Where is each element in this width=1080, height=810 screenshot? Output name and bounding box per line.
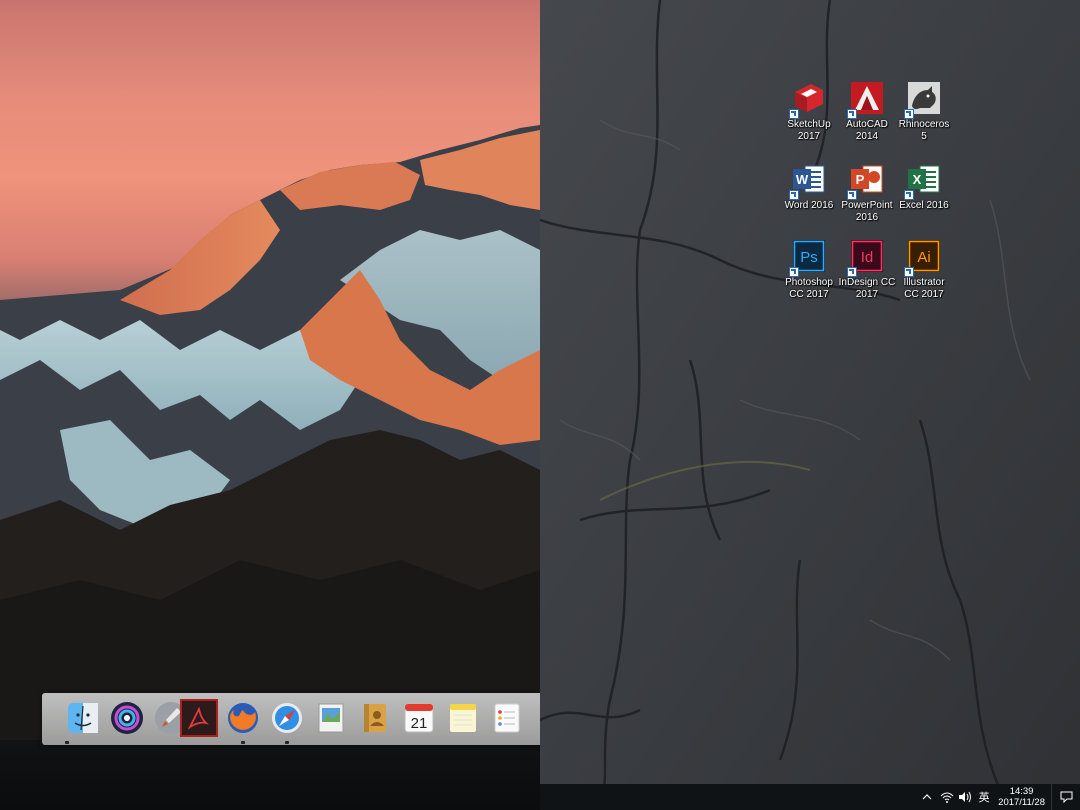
calendar-icon: 21 — [404, 703, 434, 733]
wifi-icon[interactable] — [938, 791, 956, 803]
desktop-icon-label: InDesign CC 2017 — [838, 277, 896, 300]
windows-desktop: SketchUp 2017 AutoCAD 2014 Rhinoceros 5 … — [540, 0, 1080, 810]
rhinoceros-icon — [904, 80, 942, 119]
desktop-icon-label: AutoCAD 2014 — [846, 119, 888, 142]
svg-text:P: P — [856, 172, 865, 187]
contacts-icon — [364, 704, 386, 732]
firefox-icon — [228, 703, 258, 733]
illustrator-icon: Ai — [904, 238, 942, 277]
dock-item-safari[interactable] — [268, 699, 306, 737]
dock-item-notes[interactable] — [444, 699, 482, 737]
desktop-icon-label: Illustrator CC 2017 — [903, 277, 945, 300]
svg-text:Id: Id — [861, 249, 874, 266]
show-hidden-icons-chevron-up-icon[interactable] — [916, 794, 938, 800]
notes-icon — [450, 704, 476, 732]
clock-time: 14:39 — [1009, 786, 1034, 797]
system-tray: 英 14:39 2017/11/28 — [916, 784, 1080, 810]
desktop-icon-label: Word 2016 — [784, 200, 834, 211]
dock-item-finder[interactable] — [64, 699, 102, 737]
svg-text:X: X — [913, 172, 922, 187]
clock-date: 2017/11/28 — [998, 797, 1045, 808]
safari-running-indicator — [285, 741, 289, 744]
desktop-icon-label: Photoshop CC 2017 — [785, 277, 833, 300]
desktop-icon-powerpoint[interactable]: P PowerPoint 2016 — [837, 161, 897, 224]
excel-icon: X — [904, 161, 942, 200]
sketchup-icon — [789, 80, 827, 119]
taskbar: 英 14:39 2017/11/28 — [540, 784, 1080, 810]
desktop-icon-label: Excel 2016 — [899, 200, 949, 211]
desktop-icon-illustrator[interactable]: Ai Illustrator CC 2017 — [894, 238, 954, 301]
calendar-day: 21 — [411, 715, 428, 732]
finder-icon — [68, 703, 98, 733]
mountain-wallpaper — [0, 125, 540, 740]
safari-icon — [272, 703, 302, 733]
desktop-icon-label: Rhinoceros 5 — [898, 119, 950, 142]
desktop-icon-label: PowerPoint 2016 — [841, 200, 893, 223]
svg-text:W: W — [796, 172, 809, 187]
acrobat-icon — [187, 706, 209, 730]
siri-icon — [111, 702, 143, 734]
dock-item-preview[interactable] — [312, 699, 350, 737]
desktop-icon-rhinoceros[interactable]: Rhinoceros 5 — [894, 80, 954, 143]
reminders-icon — [494, 703, 520, 733]
desktop-icon-word[interactable]: W Word 2016 — [779, 161, 839, 212]
input-method-indicator[interactable]: 英 — [974, 789, 994, 805]
desktop-icon-sketchup[interactable]: SketchUp 2017 — [779, 80, 839, 143]
volume-icon[interactable] — [956, 791, 974, 803]
preview-icon — [318, 703, 344, 733]
dock-item-siri[interactable] — [108, 699, 146, 737]
desktop-icon-photoshop[interactable]: Ps Photoshop CC 2017 — [779, 238, 839, 301]
powerpoint-icon: P — [847, 161, 885, 200]
firefox-running-indicator — [241, 741, 245, 744]
desktop-icon-excel[interactable]: X Excel 2016 — [894, 161, 954, 212]
desktop-icon-indesign[interactable]: Id InDesign CC 2017 — [837, 238, 897, 301]
autocad-icon — [847, 80, 885, 119]
dock: 21 — [42, 693, 540, 745]
svg-text:Ps: Ps — [800, 249, 818, 266]
indesign-icon: Id — [847, 238, 885, 277]
clock[interactable]: 14:39 2017/11/28 — [998, 786, 1045, 808]
dock-item-calendar[interactable]: 21 — [400, 699, 438, 737]
screen-bezel-shadow — [0, 740, 540, 810]
macos-screen-photo: 21 — [0, 0, 540, 810]
photoshop-icon: Ps — [789, 238, 827, 277]
word-icon: W — [789, 161, 827, 200]
dock-item-firefox[interactable] — [224, 699, 262, 737]
dock-item-acrobat[interactable] — [180, 699, 218, 737]
action-center-notification-icon[interactable] — [1051, 784, 1080, 810]
desktop-icon-label: SketchUp 2017 — [787, 119, 831, 142]
dock-item-reminders[interactable] — [488, 699, 526, 737]
desktop-icon-autocad[interactable]: AutoCAD 2014 — [837, 80, 897, 143]
dock-item-contacts[interactable] — [356, 699, 394, 737]
finder-running-indicator — [65, 741, 69, 744]
svg-text:Ai: Ai — [917, 249, 930, 266]
